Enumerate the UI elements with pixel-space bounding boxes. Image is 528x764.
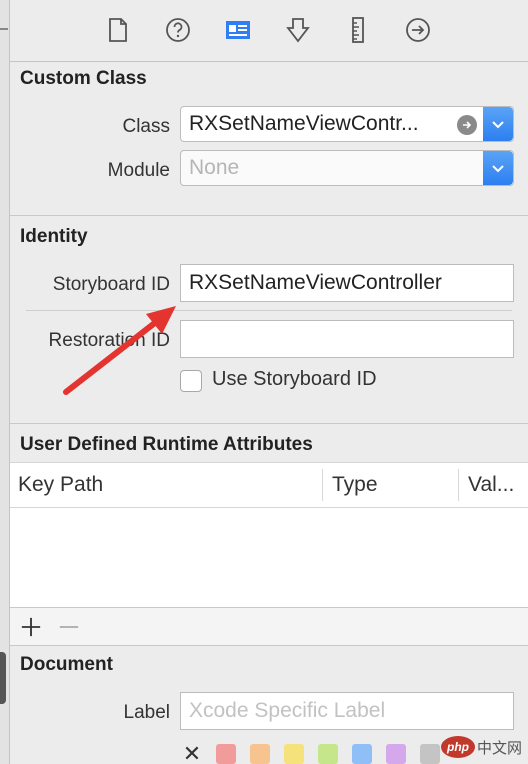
document-label-placeholder: Xcode Specific Label [189,699,386,722]
storyboard-id-label: Storyboard ID [52,274,170,295]
attributes-inspector-icon[interactable] [280,12,316,48]
document-label-label: Label [123,702,171,723]
size-inspector-icon[interactable] [340,12,376,48]
column-header-key-path[interactable]: Key Path [10,463,322,507]
class-label: Class [122,116,170,137]
module-combo-box[interactable]: None [180,150,514,186]
section-title: Document [20,654,113,675]
connections-inspector-icon[interactable] [400,12,436,48]
section-title: User Defined Runtime Attributes [20,434,313,455]
runtime-attributes-table-body[interactable] [10,508,528,608]
color-swatch-red[interactable] [216,744,236,764]
custom-class-section: Custom Class Class RXSetNameViewContr...… [10,62,528,216]
minus-icon [59,626,79,628]
chevron-down-icon [492,165,504,173]
color-swatch-blue[interactable] [352,744,372,764]
gutter-resize-handle[interactable] [0,652,6,704]
column-header-value[interactable]: Val... [460,463,528,507]
use-storyboard-id-label: Use Storyboard ID [212,368,377,390]
file-inspector-icon[interactable] [100,12,136,48]
color-swatch-yellow[interactable] [284,744,304,764]
gutter-mark [0,28,8,30]
column-divider [458,469,459,501]
go-to-class-icon[interactable] [457,115,477,135]
section-title: Identity [20,226,88,247]
color-swatch-purple[interactable] [386,744,406,764]
color-swatch-gray[interactable] [420,744,440,764]
watermark-text: 中文网 [476,739,522,757]
class-value: RXSetNameViewContr... [189,112,419,135]
storyboard-id-field[interactable]: RXSetNameViewController [180,264,514,302]
color-swatch-orange[interactable] [250,744,270,764]
left-gutter [0,0,10,764]
label-color-picker: ✕ [182,743,440,764]
color-swatch-green[interactable] [318,744,338,764]
runtime-attributes-footer [10,608,528,646]
plus-icon [21,617,41,637]
site-watermark: php 中文网 [440,734,522,760]
class-combo-box[interactable]: RXSetNameViewContr... [180,106,514,142]
chevron-down-icon [492,121,504,129]
restoration-id-label: Restoration ID [48,330,170,351]
remove-attribute-button[interactable] [56,614,82,640]
divider [26,310,512,311]
quick-help-icon[interactable] [160,12,196,48]
identity-section: Identity Storyboard ID RXSetNameViewCont… [10,216,528,424]
module-dropdown-button[interactable] [483,151,513,185]
section-title: Custom Class [20,68,147,89]
identity-inspector-icon[interactable] [220,12,256,48]
module-label: Module [107,160,170,181]
restoration-id-field[interactable] [180,320,514,358]
runtime-attributes-table-header: Key Path Type Val... [10,462,528,508]
add-attribute-button[interactable] [18,614,44,640]
class-dropdown-button[interactable] [483,107,513,141]
use-storyboard-id-checkbox[interactable] [180,370,202,392]
clear-color-button[interactable]: ✕ [182,743,202,764]
module-value: None [189,156,240,179]
column-divider [322,469,323,501]
runtime-attributes-section: User Defined Runtime Attributes [10,424,528,462]
inspector-toolbar [10,0,528,62]
watermark-logo: php [440,736,475,758]
column-header-type[interactable]: Type [324,463,458,507]
document-label-field[interactable]: Xcode Specific Label [180,692,514,730]
storyboard-id-value: RXSetNameViewController [189,271,442,294]
